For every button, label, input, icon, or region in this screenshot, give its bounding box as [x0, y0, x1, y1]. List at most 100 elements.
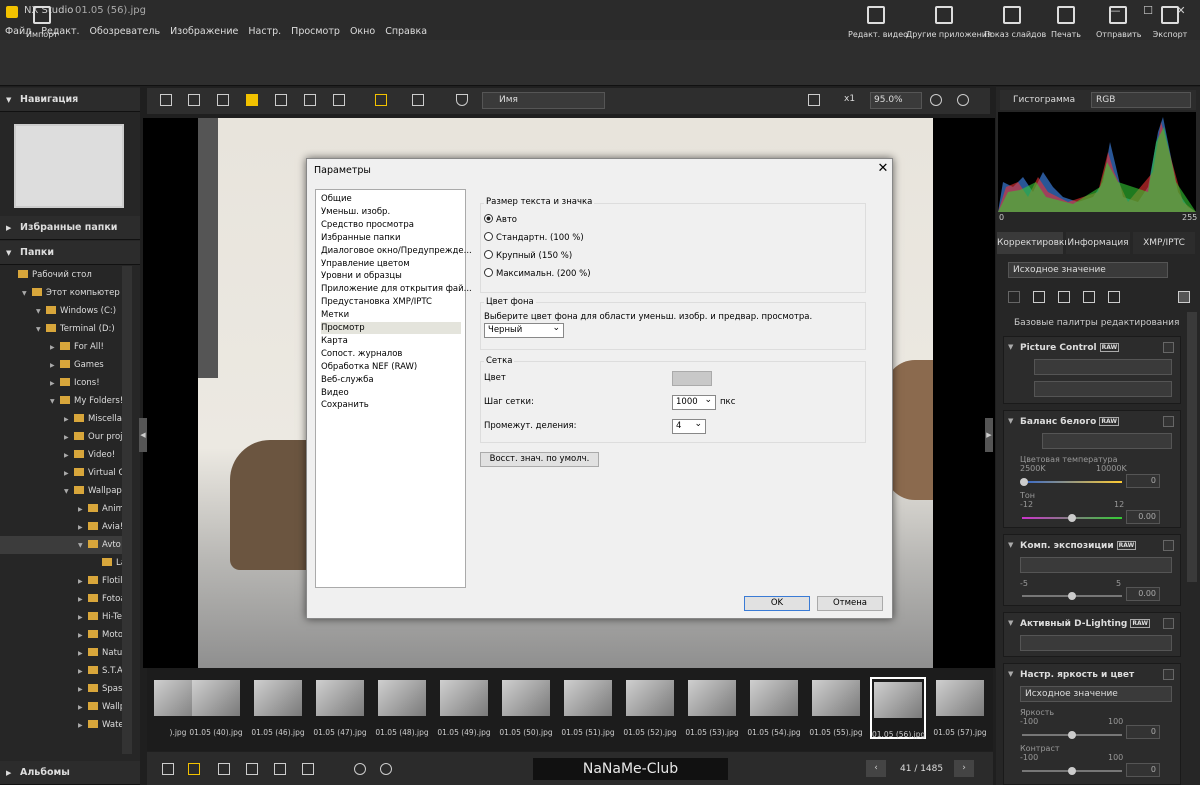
folder-tree-item[interactable]: Рабочий стол [0, 266, 132, 284]
expand-arrow-icon[interactable]: ▶ [50, 357, 60, 375]
folder-tree-item[interactable]: ▶ Water! [0, 716, 132, 734]
grid-color-swatch[interactable] [672, 371, 712, 386]
right-panel-scrollbar[interactable] [1187, 312, 1197, 582]
folder-tree-item[interactable]: ▶ Our projec [0, 428, 132, 446]
filmstrip-item[interactable]: 01.05 (55).jpg [808, 677, 864, 739]
histogram-title[interactable]: Гистограмма [1013, 95, 1075, 105]
zoom-out-icon[interactable] [930, 94, 942, 106]
basic-palettes-header[interactable]: Базовые палитры редактирования [1000, 318, 1179, 328]
category-item[interactable]: Уменьш. изобр. [321, 206, 461, 218]
folder-tree-item[interactable]: ▼ My Folders! [0, 392, 132, 410]
retouch-icon[interactable] [1008, 291, 1020, 303]
expand-arrow-icon[interactable]: ▶ [64, 465, 74, 483]
stack-icon[interactable] [162, 763, 174, 775]
size-large-radio[interactable]: Крупный (150 %) [484, 250, 572, 261]
filmstrip-item[interactable]: 01.05 (46).jpg [250, 677, 306, 739]
category-item[interactable]: Управление цветом [321, 258, 461, 270]
filmstrip-item[interactable]: 01.05 (48).jpg [374, 677, 430, 739]
expand-arrow-icon[interactable]: ▶ [78, 501, 88, 519]
dialog-close-button[interactable]: ✕ [875, 161, 891, 176]
single-view-icon[interactable] [246, 94, 258, 106]
map-icon[interactable] [217, 94, 229, 106]
grid-division-select[interactable]: 4 [672, 418, 706, 434]
filmstrip-item[interactable]: 01.05 (54).jpg [746, 677, 802, 739]
bright-knob[interactable] [1068, 731, 1076, 739]
folder-tree-item[interactable]: ▶ Games [0, 356, 132, 374]
folder-tree-item[interactable]: ▶ Nature [0, 644, 132, 662]
previous-image-button[interactable]: ‹ [866, 760, 886, 777]
fit-screen-icon[interactable] [808, 94, 820, 106]
filmstrip-layout-icon[interactable] [375, 94, 387, 106]
category-item[interactable]: Предустановка XMP/IPTC [321, 296, 461, 308]
expand-arrow-icon[interactable]: ▼ [36, 303, 46, 321]
albums-header[interactable]: Альбомы [0, 761, 140, 785]
adjustment-preset-select[interactable]: Исходное значение [1008, 262, 1168, 278]
category-item[interactable]: Избранные папки [321, 232, 461, 244]
histogram-icon[interactable] [302, 763, 314, 775]
folder-tree-item[interactable]: ▶ Virtual CD! [0, 464, 132, 482]
brightness-checkbox[interactable] [1163, 669, 1174, 680]
expand-arrow-icon[interactable]: ▶ [64, 411, 74, 429]
restore-defaults-button[interactable]: Восст. знач. по умолч. [480, 452, 599, 467]
folder-tree-item[interactable]: Lac [0, 554, 132, 572]
list-view-icon[interactable] [188, 94, 200, 106]
d-lighting-select[interactable] [1020, 635, 1172, 651]
background-color-select[interactable]: Черный [484, 322, 564, 338]
thumbnail-size-icon[interactable] [218, 763, 230, 775]
expand-arrow-icon[interactable]: ▼ [78, 537, 88, 555]
contrast-value[interactable]: 0 [1126, 763, 1160, 777]
grid-view-icon[interactable] [160, 94, 172, 106]
menu-view[interactable]: Просмотр [286, 24, 345, 40]
zoom-in-icon[interactable] [957, 94, 969, 106]
category-item[interactable]: Веб-служба [321, 374, 461, 386]
wb-temp-knob[interactable] [1020, 478, 1028, 486]
white-balance-title[interactable]: Баланс белогоRAW [1008, 417, 1119, 427]
expand-arrow-icon[interactable]: ▶ [78, 699, 88, 717]
size-max-radio[interactable]: Максимальн. (200 %) [484, 268, 591, 279]
label-icon[interactable] [188, 763, 200, 775]
favorites-header[interactable]: Избранные папки [0, 216, 140, 240]
category-item[interactable]: Видео [321, 387, 461, 399]
folder-tree-item[interactable]: ▼ Этот компьютер [0, 284, 132, 302]
bandage-icon[interactable] [1033, 291, 1045, 303]
expand-arrow-icon[interactable]: ▶ [78, 681, 88, 699]
expand-arrow-icon[interactable]: ▼ [50, 393, 60, 411]
expand-arrow-icon[interactable]: ▶ [50, 339, 60, 357]
menu-settings[interactable]: Настр. [243, 24, 286, 40]
category-item[interactable]: Уровни и образцы [321, 270, 461, 282]
category-item[interactable]: Сопост. журналов [321, 348, 461, 360]
filmstrip-item[interactable]: 01.05 (40).jpg [188, 677, 244, 739]
expand-arrow-icon[interactable]: ▶ [64, 429, 74, 447]
category-item[interactable]: Диалоговое окно/Предупрежде... [321, 245, 472, 257]
print-button[interactable]: Печать [1046, 6, 1086, 39]
bright-value[interactable]: 0 [1126, 725, 1160, 739]
histogram-channel-select[interactable]: RGB [1091, 92, 1191, 108]
expand-arrow-icon[interactable]: ▼ [64, 483, 74, 501]
exposure-knob[interactable] [1068, 592, 1076, 600]
folder-tree-item[interactable]: ▶ Spase! [0, 680, 132, 698]
expand-arrow-icon[interactable]: ▶ [78, 573, 88, 591]
expand-arrow-icon[interactable]: ▶ [78, 609, 88, 627]
folder-tree-item[interactable]: ▶ Animal [0, 500, 132, 518]
category-item[interactable]: Общие [321, 193, 461, 205]
exposure-value[interactable]: 0.00 [1126, 587, 1160, 601]
grid-step-select[interactable]: 1000 [672, 394, 716, 410]
straighten-icon[interactable] [1058, 291, 1070, 303]
brightness-preset-select[interactable]: Исходное значение [1020, 686, 1172, 702]
folder-tree-item[interactable]: ▶ For All! [0, 338, 132, 356]
folder-tree-item[interactable]: ▼ Wallpaper [0, 482, 132, 500]
menu-window[interactable]: Окно [345, 24, 380, 40]
sort-select[interactable]: Имя [482, 92, 605, 109]
expand-arrow-icon[interactable]: ▶ [78, 591, 88, 609]
collapse-right-handle[interactable]: ▶ [985, 418, 993, 452]
filmstrip-item[interactable]: 01.05 (56).jpg [870, 677, 926, 739]
brightness-title[interactable]: Настр. яркость и цвет [1008, 670, 1134, 680]
picture-control-title[interactable]: Picture ControlRAW [1008, 343, 1120, 353]
folder-tree-item[interactable]: ▶ Moto! [0, 626, 132, 644]
size-standard-radio[interactable]: Стандартн. (100 %) [484, 232, 584, 243]
zoom-select[interactable]: 95.0% [870, 92, 922, 109]
tint-value[interactable]: 0.00 [1126, 510, 1160, 524]
zoom-actual-button[interactable]: x1 [844, 94, 855, 104]
settings-gear-icon[interactable] [1178, 291, 1190, 303]
filmstrip-item[interactable]: 01.05 (52).jpg [622, 677, 678, 739]
